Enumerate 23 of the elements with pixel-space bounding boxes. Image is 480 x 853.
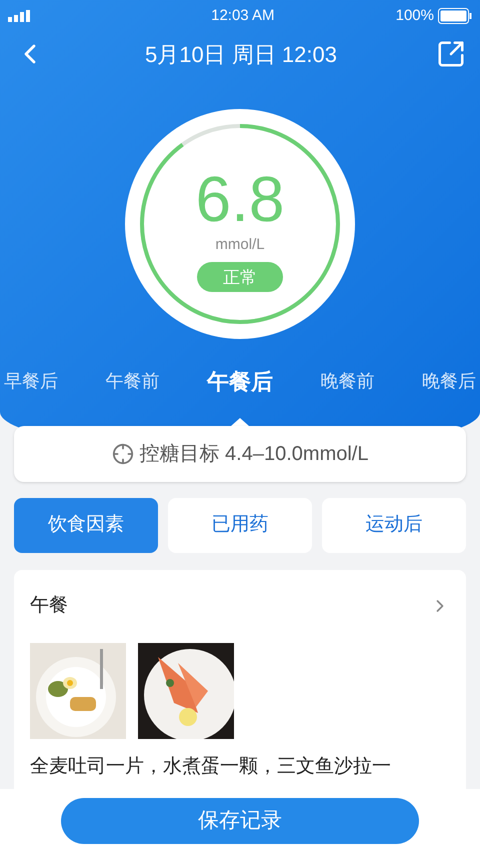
signal-icon (8, 10, 30, 22)
battery-percent: 100% (396, 6, 434, 26)
factor-tab[interactable]: 已用药 (168, 498, 312, 553)
meal-note: 全麦吐司一片，水煮蛋一颗，三文鱼沙拉一 (30, 754, 392, 778)
period-tab[interactable]: 午餐后 (207, 364, 273, 398)
period-tab[interactable]: 午餐前 (106, 368, 160, 394)
factor-tab[interactable]: 运动后 (322, 498, 466, 553)
share-button[interactable] (436, 39, 466, 69)
save-button[interactable]: 保存记录 (61, 798, 419, 844)
status-time: 12:03 AM (211, 6, 274, 26)
period-tab[interactable]: 晚餐前 (320, 368, 374, 394)
meal-title: 午餐 (30, 594, 68, 618)
period-tab[interactable]: 晚餐后 (422, 368, 476, 394)
factor-tab[interactable]: 饮食因素 (14, 498, 158, 553)
share-icon (436, 39, 466, 69)
header-title: 5月10日 周日 12:03 (145, 40, 337, 68)
period-tab[interactable]: 早餐后 (4, 368, 58, 394)
battery-icon (438, 8, 472, 24)
unit-label: mmol/L (215, 234, 265, 255)
status-badge: 正常 (197, 262, 283, 292)
target-icon (112, 443, 134, 465)
glucose-value: 6.8 (196, 164, 284, 234)
target-text: 控糖目标 4.4–10.0mmol/L (140, 442, 368, 467)
